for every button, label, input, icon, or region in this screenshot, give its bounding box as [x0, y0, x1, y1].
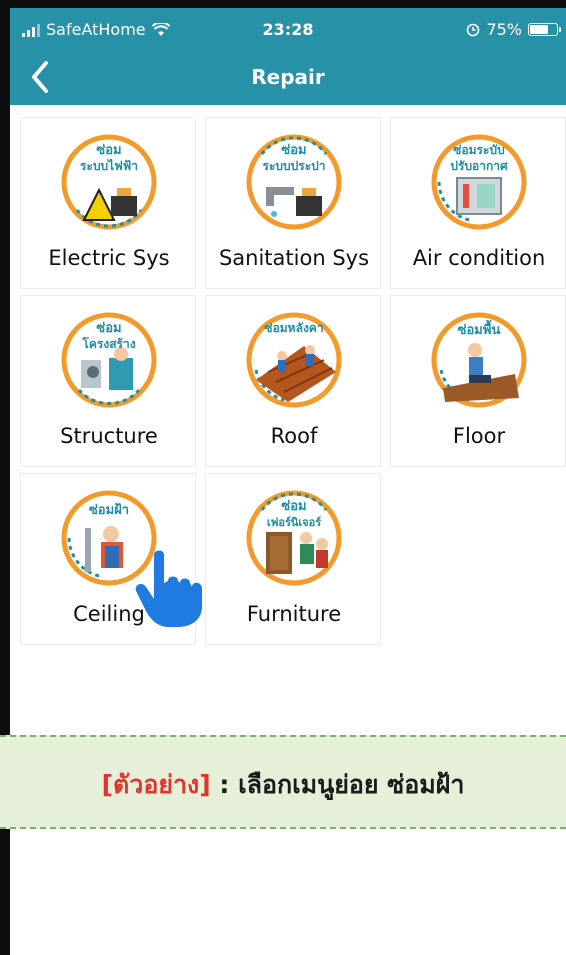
menu-item-label: Sanitation Sys — [218, 246, 370, 270]
menu-item-label: Roof — [270, 424, 318, 448]
svg-text:ระบบประปา: ระบบประปา — [263, 159, 326, 173]
battery-icon — [528, 23, 561, 36]
floor-repair-icon: ซ่อมพื้น — [431, 312, 527, 408]
menu-item-floor[interactable]: ซ่อมพื้น Floor — [390, 295, 566, 467]
svg-text:ซ่อม: ซ่อม — [281, 143, 306, 158]
instruction-prefix: [ตัวอย่าง] — [101, 770, 211, 799]
header: SafeAtHome 23:28 75% Repair — [10, 0, 566, 105]
menu-item-label: Structure — [60, 424, 158, 448]
page-title: Repair — [251, 65, 325, 89]
svg-text:ปรับอากาศ: ปรับอากาศ — [450, 159, 508, 173]
battery-group: 75% — [466, 20, 561, 39]
svg-text:โครงสร้าง: โครงสร้าง — [81, 336, 135, 351]
electric-repair-icon: ซ่อม ระบบไฟฟ้า — [61, 134, 157, 230]
svg-text:ซ่อมระบับ: ซ่อมระบับ — [453, 143, 504, 157]
menu-item-label: Floor — [452, 424, 506, 448]
menu-item-structure[interactable]: ซ่อม โครงสร้าง Structure — [20, 295, 196, 467]
status-bar: SafeAtHome 23:28 75% — [10, 16, 566, 46]
menu-item-aircon[interactable]: ซ่อมระบับ ปรับอากาศ Air condition — [390, 117, 566, 289]
menu-item-label: Air condition — [412, 246, 546, 270]
svg-text:ซ่อมหลังคา: ซ่อมหลังคา — [264, 321, 323, 335]
pointer-hand-icon — [135, 550, 202, 627]
menu-item-label: Furniture — [246, 602, 342, 626]
svg-text:ซ่อม: ซ่อม — [96, 321, 121, 336]
structure-repair-icon: ซ่อม โครงสร้าง — [61, 312, 157, 408]
svg-text:ระบบไฟฟ้า: ระบบไฟฟ้า — [80, 158, 138, 173]
svg-text:เฟอร์นิเจอร์: เฟอร์นิเจอร์ — [267, 516, 321, 529]
nav-bar: Repair — [10, 53, 566, 105]
roof-repair-icon: ซ่อมหลังคา — [246, 312, 342, 408]
instruction-text: [ตัวอย่าง] : เลือกเมนูย่อย ซ่อมฝ้า — [0, 765, 566, 805]
menu-item-roof[interactable]: ซ่อมหลังคา Roof — [205, 295, 381, 467]
instruction-body: : เลือกเมนูย่อย ซ่อมฝ้า — [210, 770, 465, 799]
instruction-banner: [ตัวอย่าง] : เลือกเมนูย่อย ซ่อมฝ้า — [0, 735, 566, 829]
aircon-repair-icon: ซ่อมระบับ ปรับอากาศ — [431, 134, 527, 230]
svg-text:ซ่อม: ซ่อม — [96, 143, 121, 158]
battery-percent: 75% — [486, 20, 522, 39]
menu-item-furniture[interactable]: ซ่อม เฟอร์นิเจอร์ Furniture — [205, 473, 381, 645]
svg-text:ซ่อม: ซ่อม — [281, 499, 306, 514]
plumbing-repair-icon: ซ่อม ระบบประปา — [246, 134, 342, 230]
alarm-icon — [467, 23, 480, 36]
menu-item-electric[interactable]: ซ่อม ระบบไฟฟ้า Electric Sys — [20, 117, 196, 289]
menu-item-label: Electric Sys — [48, 246, 170, 270]
svg-text:ซ่อมฝ้า: ซ่อมฝ้า — [89, 502, 129, 518]
furniture-repair-icon: ซ่อม เฟอร์นิเจอร์ — [246, 490, 342, 586]
menu-item-sanitation[interactable]: ซ่อม ระบบประปา Sanitation Sys — [205, 117, 381, 289]
